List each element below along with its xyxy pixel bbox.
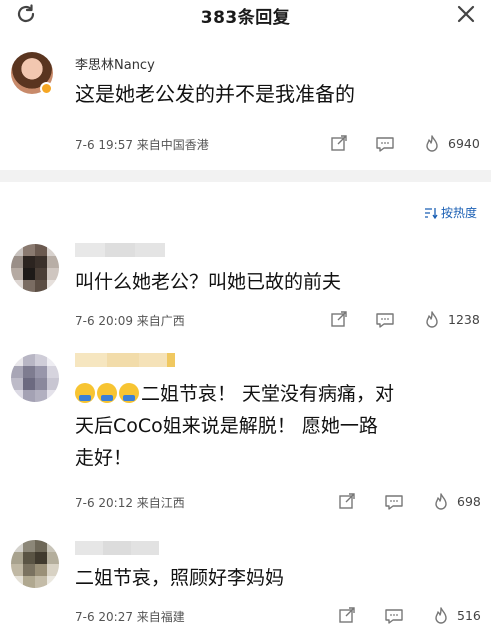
comment-icon[interactable] bbox=[375, 310, 395, 330]
share-icon[interactable] bbox=[337, 606, 357, 626]
reply-time-location: 7-6 20:27 来自福建 bbox=[75, 610, 185, 624]
reply-text: 二姐节哀！ 天堂没有病痛，对 天后CoCo姐来说是解脱！ 愿她一路 走好！ bbox=[75, 378, 480, 474]
close-icon[interactable] bbox=[455, 3, 477, 25]
list-item: 二姐节哀！ 天堂没有病痛，对 天后CoCo姐来说是解脱！ 愿她一路 走好！ 7-… bbox=[0, 348, 491, 524]
avatar[interactable] bbox=[11, 354, 59, 402]
author-name-blurred bbox=[75, 242, 165, 257]
like-count: 6940 bbox=[448, 136, 480, 151]
avatar[interactable] bbox=[11, 244, 59, 292]
share-icon[interactable] bbox=[329, 134, 349, 154]
comment-icon[interactable] bbox=[384, 492, 404, 512]
like-count: 1238 bbox=[448, 312, 480, 327]
reply-meta: 7-6 20:12 来自江西 698 bbox=[75, 492, 485, 514]
like-count: 516 bbox=[457, 608, 481, 623]
emoji-icon bbox=[97, 383, 117, 403]
list-item: 叫什么她老公？叫她已故的前夫 7-6 20:09 来自广西 1238 bbox=[0, 236, 491, 340]
author-name-blurred bbox=[75, 540, 159, 555]
like-icon[interactable] bbox=[422, 134, 442, 154]
reply-text-line: 二姐节哀！ 天堂没有病痛，对 bbox=[75, 378, 480, 410]
list-item: 二姐节哀，照顾好李妈妈 7-6 20:27 来自福建 516 bbox=[0, 532, 491, 638]
verified-badge-icon bbox=[40, 82, 53, 95]
author-name-blurred bbox=[75, 352, 175, 367]
reply-time-location: 7-6 20:12 来自江西 bbox=[75, 496, 185, 510]
comment-time-location: 7-6 19:57 来自中国香港 bbox=[75, 138, 209, 152]
reply-meta: 7-6 20:09 来自广西 1238 bbox=[75, 310, 485, 332]
page-title: 383条回复 bbox=[200, 8, 291, 28]
comment-icon[interactable] bbox=[375, 134, 395, 154]
share-icon[interactable] bbox=[329, 310, 349, 330]
sort-label: 按热度 bbox=[440, 206, 477, 220]
sort-icon bbox=[424, 207, 438, 219]
reply-time-location: 7-6 20:09 来自广西 bbox=[75, 314, 185, 328]
section-divider bbox=[0, 170, 491, 182]
like-count: 698 bbox=[457, 494, 481, 509]
reply-text-line3: 走好！ bbox=[75, 447, 133, 469]
comment-author[interactable]: 李思林Nancy bbox=[75, 54, 155, 73]
comment-meta: 7-6 19:57 来自中国香港 6940 bbox=[75, 134, 485, 156]
main-comment: 李思林Nancy 这是她老公发的并不是我准备的 7-6 19:57 来自中国香港… bbox=[0, 38, 491, 168]
share-icon[interactable] bbox=[337, 492, 357, 512]
reply-text-line2: 天后CoCo姐来说是解脱！ 愿她一路 bbox=[75, 415, 378, 437]
top-bar: 383条回复 bbox=[0, 0, 491, 28]
emoji-icon bbox=[75, 383, 95, 403]
like-icon[interactable] bbox=[431, 492, 451, 512]
reply-text: 二姐节哀，照顾好李妈妈 bbox=[75, 567, 285, 589]
like-icon[interactable] bbox=[431, 606, 451, 626]
reply-text: 叫什么她老公？叫她已故的前夫 bbox=[75, 271, 342, 293]
sort-button[interactable]: 按热度 bbox=[424, 204, 477, 221]
reply-text-line1: 二姐节哀！ 天堂没有病痛，对 bbox=[141, 383, 395, 405]
like-icon[interactable] bbox=[422, 310, 442, 330]
emoji-icon bbox=[119, 383, 139, 403]
avatar[interactable] bbox=[11, 540, 59, 588]
comment-text: 这是她老公发的并不是我准备的 bbox=[75, 82, 355, 106]
reply-meta: 7-6 20:27 来自福建 516 bbox=[75, 606, 485, 628]
comment-icon[interactable] bbox=[384, 606, 404, 626]
